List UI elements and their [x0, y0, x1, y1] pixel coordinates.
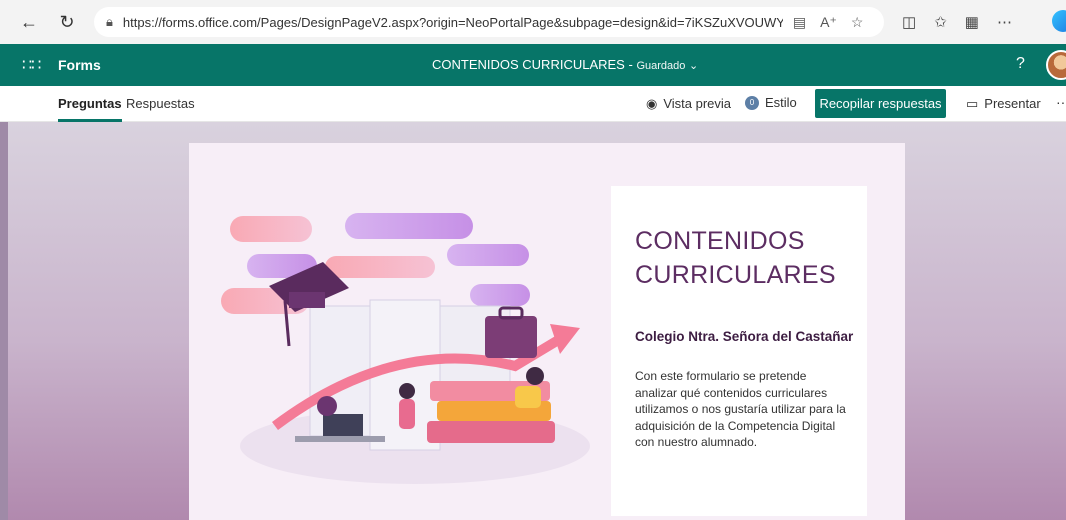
doc-title-text: CONTENIDOS CURRICULARES [432, 57, 625, 72]
education-illustration [221, 213, 590, 484]
read-aloud-icon[interactable]: A⁺ [820, 14, 837, 31]
more-icon[interactable]: ⋯ [997, 13, 1012, 31]
collect-responses-button[interactable]: Recopilar respuestas [815, 89, 946, 118]
saved-status: Guardado [636, 60, 686, 72]
present-label: Presentar [984, 96, 1041, 111]
style-button[interactable]: 0 Estilo [745, 95, 797, 110]
split-screen-icon[interactable]: ◫ [902, 13, 916, 31]
tab-questions[interactable]: Preguntas [58, 96, 122, 122]
tab-responses[interactable]: Respuestas [126, 96, 195, 111]
reader-icon[interactable]: ▤ [793, 14, 806, 31]
title-separator: - [628, 57, 633, 72]
reload-icon[interactable]: ↻ [52, 7, 82, 37]
avatar[interactable] [1046, 50, 1066, 80]
canvas-edge [0, 122, 8, 520]
favorites-list-icon[interactable]: ✩ [934, 13, 947, 31]
form-info-panel: CONTENIDOS CURRICULARES Colegio Ntra. Se… [611, 186, 867, 516]
form-description[interactable]: Con este formulario se pretende analizar… [635, 368, 850, 451]
command-bar: Preguntas Respuestas ◉ Vista previa 0 Es… [0, 86, 1066, 122]
present-button[interactable]: ▭ Presentar [966, 96, 1041, 112]
app-name[interactable]: Forms [58, 57, 101, 73]
address-bar[interactable]: 🔒︎ https://forms.office.com/Pages/Design… [94, 7, 884, 37]
browser-toolbar: ← ↻ 🔒︎ https://forms.office.com/Pages/De… [0, 0, 1066, 44]
preview-label: Vista previa [663, 96, 732, 111]
favorite-icon[interactable]: ☆ [851, 14, 864, 31]
collections-icon[interactable]: ▦ [965, 13, 979, 31]
more-options-icon[interactable]: ·· [1056, 94, 1065, 110]
lock-icon[interactable]: 🔒︎ [106, 14, 113, 30]
app-header: ∷∷ Forms CONTENIDOS CURRICULARES - Guard… [0, 44, 1066, 86]
document-title[interactable]: CONTENIDOS CURRICULARES - Guardado ⌄ [432, 57, 698, 72]
eye-icon: ◉ [646, 96, 658, 111]
help-icon[interactable]: ? [1016, 55, 1025, 73]
edge-copilot-icon[interactable] [1052, 10, 1066, 32]
back-icon[interactable]: ← [14, 7, 44, 37]
app-launcher-icon[interactable]: ∷∷ [22, 55, 41, 75]
preview-button[interactable]: ◉ Vista previa [646, 96, 731, 112]
style-label: Estilo [765, 95, 797, 110]
monitor-icon: ▭ [966, 96, 979, 111]
style-badge: 0 [745, 95, 759, 110]
form-subtitle[interactable]: Colegio Ntra. Señora del Castañar [635, 329, 853, 344]
chevron-down-icon: ⌄ [689, 60, 699, 72]
url-text[interactable]: https://forms.office.com/Pages/DesignPag… [123, 15, 783, 30]
form-title[interactable]: CONTENIDOS CURRICULARES [635, 224, 850, 292]
